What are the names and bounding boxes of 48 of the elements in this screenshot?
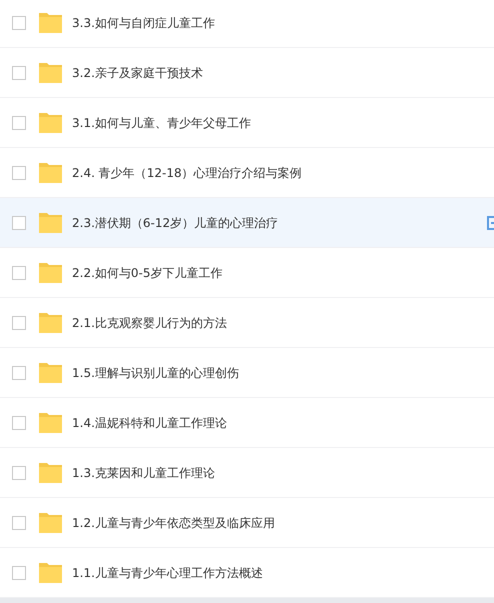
folder-row[interactable]: 1.5.理解与识别儿童的心理创伤 <box>0 348 494 398</box>
folder-icon <box>39 462 62 483</box>
folder-icon <box>39 512 62 533</box>
checkbox[interactable] <box>12 266 26 280</box>
checkbox[interactable] <box>12 366 26 380</box>
folder-name[interactable]: 1.5.理解与识别儿童的心理创伤 <box>72 364 239 382</box>
checkbox[interactable] <box>12 566 26 580</box>
folder-icon <box>39 62 62 83</box>
folder-row[interactable]: 1.1.儿童与青少年心理工作方法概述 <box>0 548 494 598</box>
folder-row[interactable]: 1.4.温妮科特和儿童工作理论 <box>0 398 494 448</box>
folder-name[interactable]: 2.3.潜伏期（6-12岁）儿童的心理治疗 <box>72 214 278 232</box>
folder-row[interactable]: 2.2.如何与0-5岁下儿童工作 <box>0 248 494 298</box>
checkbox[interactable] <box>12 166 26 180</box>
checkbox[interactable] <box>12 16 26 30</box>
folder-name[interactable]: 1.1.儿童与青少年心理工作方法概述 <box>72 564 263 582</box>
folder-icon <box>39 562 62 583</box>
folder-row[interactable]: 2.1.比克观察婴儿行为的方法 <box>0 298 494 348</box>
folder-icon <box>39 12 62 33</box>
checkbox[interactable] <box>12 316 26 330</box>
folder-row[interactable]: 3.3.如何与自闭症儿童工作 <box>0 0 494 48</box>
folder-name[interactable]: 1.4.温妮科特和儿童工作理论 <box>72 414 227 432</box>
folder-row[interactable]: 1.3.克莱因和儿童工作理论 <box>0 448 494 498</box>
action-icon[interactable] <box>487 216 494 230</box>
checkbox[interactable] <box>12 416 26 430</box>
folder-row[interactable]: 3.2.亲子及家庭干预技术 <box>0 48 494 98</box>
folder-icon <box>39 162 62 183</box>
folder-name[interactable]: 3.1.如何与儿童、青少年父母工作 <box>72 114 251 132</box>
folder-name[interactable]: 2.4. 青少年（12-18）心理治疗介绍与案例 <box>72 164 302 182</box>
folder-icon <box>39 212 62 233</box>
checkbox[interactable] <box>12 466 26 480</box>
folder-icon <box>39 312 62 333</box>
folder-icon <box>39 362 62 383</box>
checkbox[interactable] <box>12 116 26 130</box>
folder-icon <box>39 112 62 133</box>
folder-name[interactable]: 2.2.如何与0-5岁下儿童工作 <box>72 264 222 282</box>
checkbox[interactable] <box>12 216 26 230</box>
folder-name[interactable]: 3.2.亲子及家庭干预技术 <box>72 64 203 82</box>
checkbox[interactable] <box>12 516 26 530</box>
folder-name[interactable]: 3.3.如何与自闭症儿童工作 <box>72 14 215 32</box>
folder-icon <box>39 412 62 433</box>
folder-name[interactable]: 1.3.克莱因和儿童工作理论 <box>72 464 215 482</box>
folder-row[interactable]: 1.2.儿童与青少年依恋类型及临床应用 <box>0 498 494 548</box>
folder-icon <box>39 262 62 283</box>
folder-name[interactable]: 1.2.儿童与青少年依恋类型及临床应用 <box>72 514 275 532</box>
folder-name[interactable]: 2.1.比克观察婴儿行为的方法 <box>72 314 227 332</box>
folder-row[interactable]: 2.3.潜伏期（6-12岁）儿童的心理治疗 <box>0 198 494 248</box>
folder-row[interactable]: 3.1.如何与儿童、青少年父母工作 <box>0 98 494 148</box>
checkbox[interactable] <box>12 66 26 80</box>
